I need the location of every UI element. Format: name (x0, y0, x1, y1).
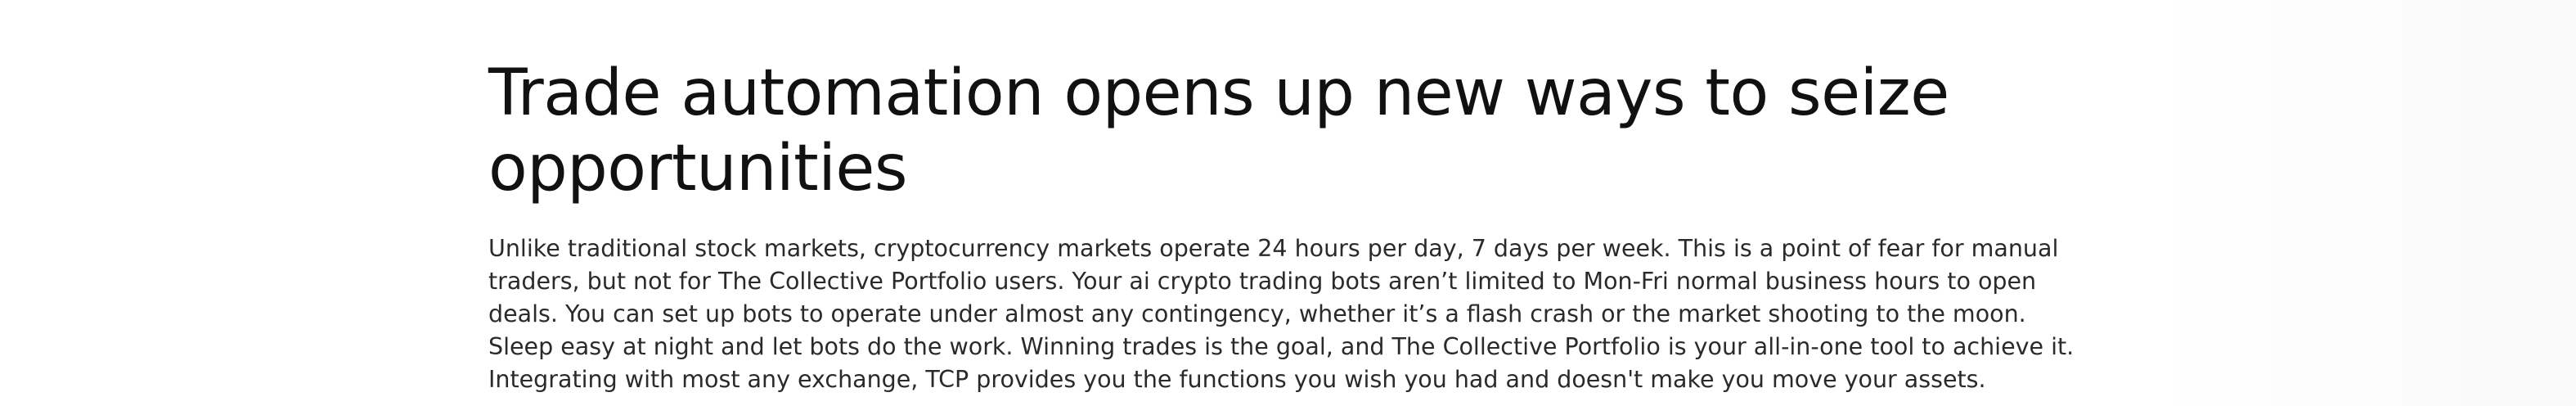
trade-automation-section: Trade automation opens up new ways to se… (488, 56, 2092, 396)
section-paragraph: Unlike traditional stock markets, crypto… (488, 235, 2075, 393)
section-heading: Trade automation opens up new ways to se… (488, 56, 1949, 205)
page-background-fade (2151, 0, 2576, 406)
